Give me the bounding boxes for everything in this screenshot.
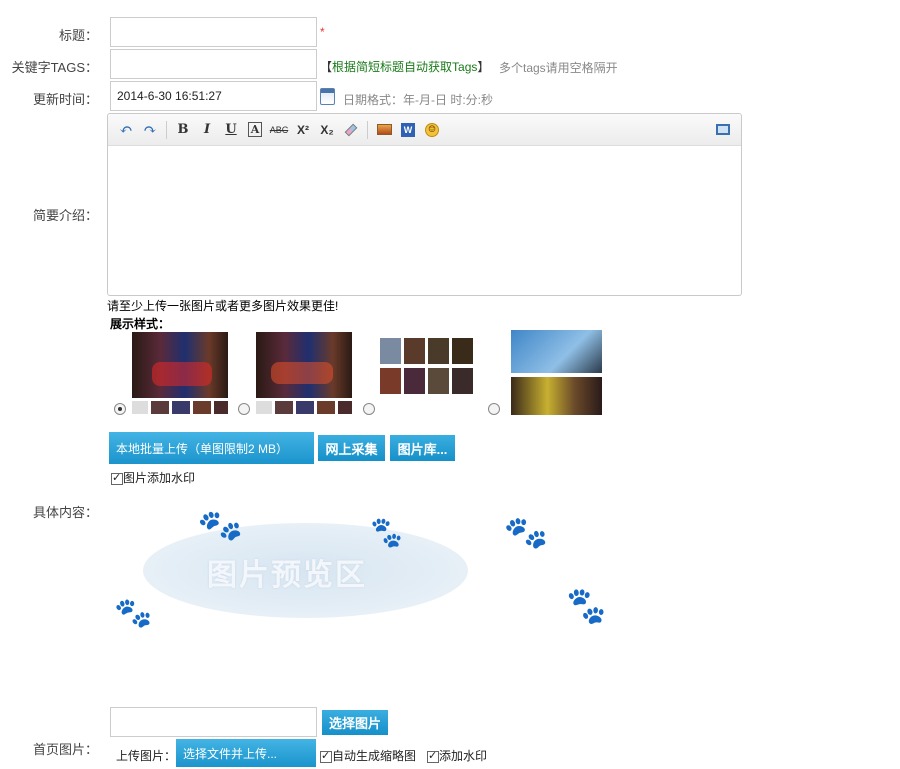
preview-area: 图片预览区 🐾 🐾 🐾 🐾 🐾	[107, 498, 627, 698]
subscript-icon[interactable]: X₂	[315, 119, 339, 141]
paw-icon: 🐾	[562, 584, 610, 628]
add-watermark-option[interactable]: 添加水印	[427, 747, 487, 764]
superscript-icon[interactable]: X²	[291, 119, 315, 141]
auto-thumbnail-label: 自动生成缩略图	[332, 749, 417, 763]
auto-tags-button[interactable]: 【根据简短标题自动获取Tags】	[320, 58, 489, 75]
toolbar-divider	[367, 120, 368, 139]
style-radio-1[interactable]	[114, 403, 126, 415]
style-thumb-4[interactable]	[511, 330, 602, 415]
style-thumb-1[interactable]	[132, 332, 228, 398]
auto-thumbnail-option[interactable]: 自动生成缩略图	[320, 747, 416, 764]
local-batch-upload-label: 本地批量上传（单图限制2 MB）	[116, 441, 289, 456]
paw-icon: 🐾	[366, 514, 407, 551]
add-watermark-checkbox[interactable]	[427, 749, 439, 763]
emoticon-icon[interactable]: ☺	[420, 119, 444, 141]
add-watermark-label: 添加水印	[439, 749, 488, 763]
time-input[interactable]: 2014-6-30 16:51:27	[110, 81, 317, 111]
fullscreen-icon[interactable]	[711, 119, 735, 141]
title-input[interactable]	[110, 17, 317, 47]
upload-image-label: 上传图片：	[116, 749, 177, 763]
underline-icon[interactable]: U	[219, 119, 243, 141]
time-hint: 日期格式：年-月-日 时:分:秒	[343, 93, 493, 107]
choose-image-label: 选择图片	[328, 716, 381, 731]
redo-icon[interactable]: ↷	[138, 119, 162, 141]
time-label: 更新时间：	[32, 92, 98, 107]
web-collect-button[interactable]: 网上采集	[318, 435, 385, 461]
style-thumb-3[interactable]	[378, 332, 478, 414]
time-value: 2014-6-30 16:51:27	[117, 89, 222, 103]
font-color-icon[interactable]: A	[243, 119, 267, 141]
bracket-close: 】	[477, 60, 490, 74]
watermark-label: 图片添加水印	[123, 471, 196, 485]
editor-toolbar: ↶ ↷ B I U A ABC X² X₂ W ☺	[108, 114, 741, 146]
web-collect-label: 网上采集	[325, 441, 378, 457]
content-label: 具体内容：	[32, 505, 98, 520]
italic-icon[interactable]: I	[195, 119, 219, 141]
cover-image-input[interactable]	[110, 707, 317, 737]
choose-image-button[interactable]: 选择图片	[322, 710, 388, 735]
choose-file-upload-label: 选择文件并上传...	[183, 746, 278, 761]
style-radio-3[interactable]	[363, 403, 375, 415]
style-thumb-strip-2	[256, 401, 352, 414]
watermark-checkbox[interactable]	[111, 471, 123, 485]
editor-body[interactable]	[108, 146, 741, 295]
strikethrough-icon[interactable]: ABC	[267, 119, 291, 141]
cover-label: 首页图片：	[32, 742, 98, 757]
gallery-label: 图片库...	[397, 441, 448, 457]
watermark-option[interactable]: 图片添加水印	[111, 469, 195, 486]
title-label: 标题：	[58, 28, 98, 43]
undo-icon[interactable]: ↶	[114, 119, 138, 141]
font-color-glyph: A	[247, 122, 263, 137]
style-radio-2[interactable]	[238, 403, 250, 415]
auto-thumbnail-checkbox[interactable]	[320, 749, 332, 763]
toolbar-divider	[166, 120, 167, 139]
style-thumb-2[interactable]	[256, 332, 352, 398]
style-label: 展示样式：	[110, 317, 171, 331]
auto-tags-link[interactable]: 根据简短标题自动获取Tags	[332, 60, 477, 74]
eraser-icon[interactable]	[339, 119, 363, 141]
tags-hint: 多个tags请用空格隔开	[499, 61, 618, 75]
bracket-open: 【	[320, 60, 333, 74]
calendar-icon[interactable]	[320, 88, 335, 105]
bold-icon[interactable]: B	[171, 119, 195, 141]
paw-icon: 🐾	[502, 510, 551, 556]
choose-file-upload-button[interactable]: 选择文件并上传...	[176, 739, 316, 767]
paw-icon: 🐾	[113, 595, 154, 632]
word-icon[interactable]: W	[396, 119, 420, 141]
local-batch-upload-button[interactable]: 本地批量上传（单图限制2 MB）	[109, 432, 314, 464]
tags-input[interactable]	[110, 49, 317, 79]
intro-label: 简要介绍：	[32, 208, 98, 223]
preview-text: 图片预览区	[207, 559, 367, 592]
upload-tip: 请至少上传一张图片或者更多图片效果更佳!	[107, 299, 339, 313]
style-thumb-strip-1	[132, 401, 228, 414]
gallery-button[interactable]: 图片库...	[390, 435, 455, 461]
tags-label: 关键字TAGS：	[11, 60, 98, 75]
rich-text-editor: ↶ ↷ B I U A ABC X² X₂ W ☺	[107, 113, 742, 296]
image-icon[interactable]	[372, 119, 396, 141]
style-radio-4[interactable]	[488, 403, 500, 415]
required-mark: *	[320, 25, 325, 39]
